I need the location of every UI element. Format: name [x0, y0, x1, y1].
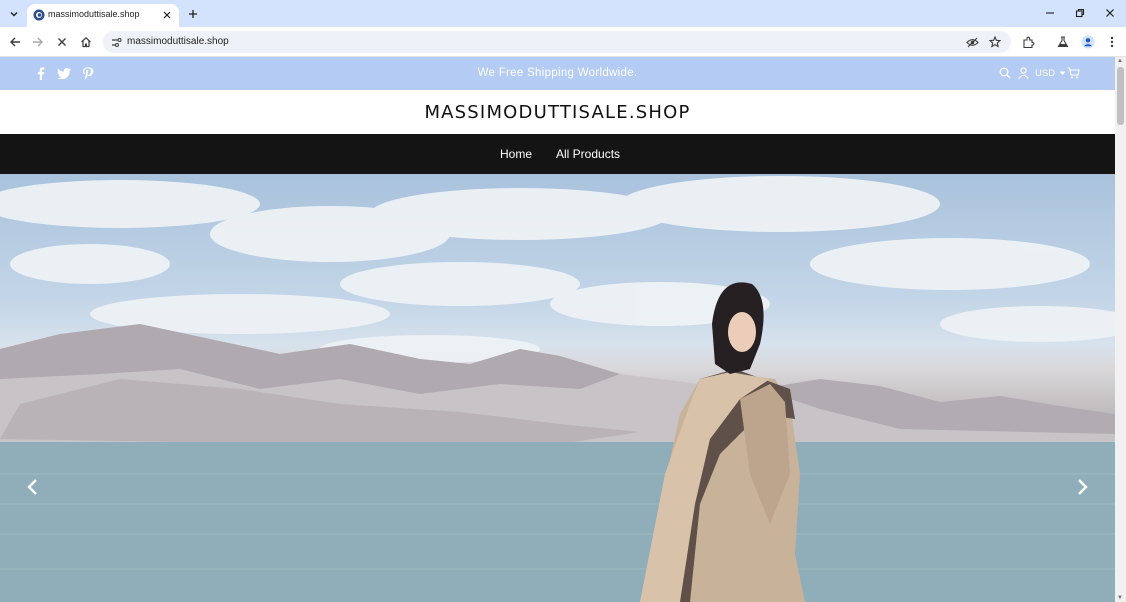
chevron-right-icon [1078, 479, 1088, 495]
hero-slideshow[interactable] [0, 174, 1115, 602]
cart-icon[interactable] [1066, 66, 1080, 80]
close-window-button[interactable] [1101, 5, 1119, 21]
browser-tab[interactable]: massimoduttisale.shop [27, 4, 179, 27]
slider-next-button[interactable] [1075, 477, 1091, 497]
chevron-down-icon [10, 12, 18, 17]
puzzle-icon [1022, 36, 1034, 48]
browser-tab-bar: massimoduttisale.shop [0, 0, 1126, 27]
restore-button[interactable] [1071, 5, 1089, 21]
hero-image [0, 176, 1115, 602]
nav-item-all-products[interactable]: All Products [556, 147, 620, 161]
announcement-bar: We Free Shipping Worldwide. USD [0, 57, 1115, 90]
labs-button[interactable] [1054, 33, 1072, 51]
profile-button[interactable] [1079, 33, 1097, 51]
tab-title: massimoduttisale.shop [48, 9, 140, 19]
site-favicon-icon [33, 9, 45, 21]
main-navigation: Home All Products [0, 134, 1115, 174]
site-info-icon[interactable] [109, 35, 123, 49]
web-page: We Free Shipping Worldwide. USD MASSIMOD… [0, 57, 1115, 602]
scrollbar-thumb[interactable] [1117, 67, 1124, 125]
flask-icon [1057, 36, 1069, 48]
arrow-left-icon [10, 37, 20, 47]
close-icon [58, 38, 66, 46]
extensions-button[interactable] [1019, 33, 1037, 51]
bookmark-star-icon[interactable] [988, 35, 1002, 49]
search-icon[interactable] [998, 66, 1012, 80]
back-button[interactable] [6, 33, 24, 51]
account-icon[interactable] [1016, 66, 1030, 80]
nav-item-home[interactable]: Home [500, 147, 532, 161]
minimize-button[interactable] [1041, 5, 1059, 21]
minimize-icon [1046, 12, 1054, 14]
new-tab-button[interactable] [185, 6, 201, 22]
chevron-left-icon [27, 479, 37, 495]
browser-toolbar: massimoduttisale.shop [0, 27, 1126, 57]
home-button[interactable] [77, 33, 95, 51]
stop-loading-button[interactable] [53, 33, 71, 51]
restore-icon [1075, 8, 1085, 18]
url-text: massimoduttisale.shop [127, 36, 229, 47]
address-bar[interactable]: massimoduttisale.shop [103, 31, 1011, 53]
browser-menu-button[interactable] [1103, 33, 1121, 51]
eye-off-icon[interactable] [965, 35, 979, 49]
avatar-icon [1081, 35, 1095, 49]
caret-down-icon [1059, 71, 1066, 75]
currency-label: USD [1035, 68, 1056, 79]
slider-prev-button[interactable] [24, 477, 40, 497]
plus-icon [189, 10, 197, 18]
scroll-up-arrow-icon[interactable]: ▲ [1117, 58, 1123, 64]
tab-search-button[interactable] [5, 5, 23, 23]
scroll-down-arrow-icon[interactable]: ▼ [1117, 595, 1123, 601]
page-scrollbar[interactable]: ▲ ▼ [1115, 57, 1126, 602]
tab-close-icon[interactable] [160, 8, 174, 22]
arrow-right-icon [33, 37, 43, 47]
site-logo[interactable]: MASSIMODUTTISALE.SHOP [0, 102, 1115, 123]
header-logo-bar: MASSIMODUTTISALE.SHOP [0, 90, 1115, 134]
home-icon [81, 36, 91, 48]
currency-selector[interactable]: USD [1035, 68, 1066, 79]
announcement-text: We Free Shipping Worldwide. [477, 67, 638, 79]
kebab-menu-icon [1110, 36, 1114, 48]
close-icon [1106, 9, 1114, 17]
forward-button[interactable] [29, 33, 47, 51]
